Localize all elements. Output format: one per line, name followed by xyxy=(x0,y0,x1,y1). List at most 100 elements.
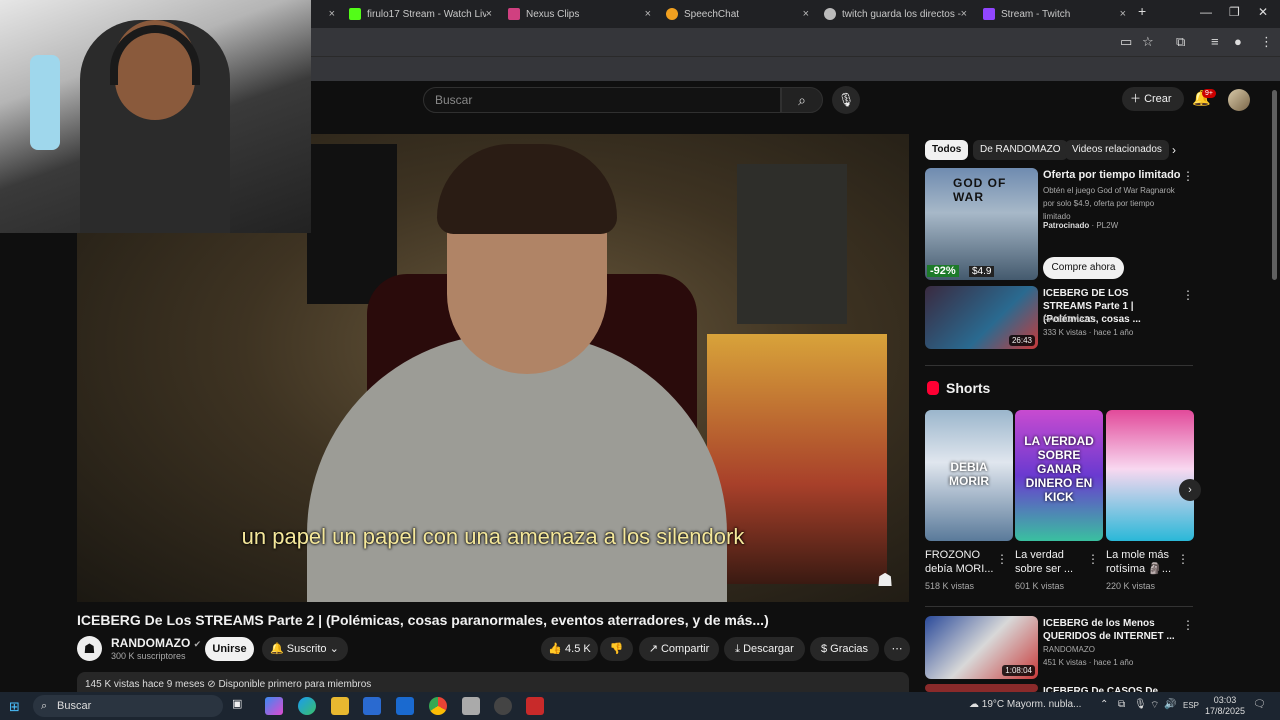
share-button[interactable]: ↗ Compartir xyxy=(639,637,719,661)
thumbs-down-icon: 👎 xyxy=(609,643,624,655)
chevron-right-icon: › xyxy=(1188,484,1192,496)
related-title[interactable]: ICEBERG De CASOS De xyxy=(1043,685,1178,692)
browser-tab-1[interactable]: firulo17 Stream - Watch Live on × xyxy=(343,2,498,26)
ad-price-badge: $4.9 xyxy=(969,266,995,277)
taskbar-search[interactable]: ⌕ Buscar xyxy=(33,695,223,717)
tab-close-icon[interactable]: × xyxy=(329,8,335,20)
short-title[interactable]: La verdad sobre ser ... xyxy=(1015,548,1090,576)
channel-avatar[interactable]: ☗ xyxy=(77,636,102,661)
ad-more-icon[interactable]: ⋮ xyxy=(1182,169,1194,183)
tab-close-icon[interactable]: × xyxy=(486,8,492,20)
tray-volume-icon[interactable]: 🔊 xyxy=(1164,699,1176,710)
short-thumbnail[interactable]: LA VERDAD SOBRE GANAR DINERO EN KICK xyxy=(1015,410,1103,541)
create-button[interactable]: ＋ Crear xyxy=(1122,87,1184,111)
close-window-icon[interactable]: ✕ xyxy=(1258,5,1268,19)
related-channel[interactable]: RANDOMAZO xyxy=(1043,315,1095,324)
like-button[interactable]: 👍 4.5 K xyxy=(541,637,598,661)
user-avatar[interactable] xyxy=(1228,89,1250,111)
store-icon[interactable] xyxy=(363,697,381,715)
short-thumb-text: DEBIA MORIR xyxy=(949,460,989,488)
dislike-button[interactable]: 👎 xyxy=(600,637,633,661)
stream-app-icon[interactable] xyxy=(526,697,544,715)
related-thumbnail[interactable]: 1:08:04 xyxy=(925,616,1038,679)
chip-todos[interactable]: Todos xyxy=(925,140,969,160)
subscribed-button[interactable]: 🔔 Suscrito ⌄ xyxy=(262,637,348,661)
browser-tab-2[interactable]: Nexus Clips × xyxy=(502,2,657,26)
bookmark-star-icon[interactable]: ☆ xyxy=(1142,34,1154,50)
presenter-hair xyxy=(437,144,617,234)
outlook-icon[interactable] xyxy=(396,697,414,715)
language-indicator[interactable]: ESP xyxy=(1183,701,1199,710)
short-thumbnail[interactable] xyxy=(1106,410,1194,541)
browser-tab-3[interactable]: SpeechChat × xyxy=(660,2,815,26)
tab-label: twitch guarda los directos - Bu xyxy=(842,8,961,20)
related-more-icon[interactable]: ⋮ xyxy=(1182,288,1194,302)
file-explorer-icon[interactable] xyxy=(331,697,349,715)
channel-name[interactable]: RANDOMAZO ✔ xyxy=(111,636,201,650)
notification-center-icon[interactable]: 🗨 xyxy=(1253,699,1266,710)
short-title[interactable]: La mole más rotísima 🗿... xyxy=(1106,548,1181,576)
tray-mic-icon[interactable]: 🎙 xyxy=(1134,699,1147,710)
related-channel[interactable]: RANDOMAZO xyxy=(1043,645,1095,654)
weather-widget[interactable]: ☁ 19°C Mayorm. nubla... xyxy=(969,699,1081,710)
shorts-next-button[interactable]: › xyxy=(1179,479,1201,501)
minimize-icon[interactable]: — xyxy=(1200,5,1212,19)
download-button[interactable]: ⤓ Descargar xyxy=(724,637,805,661)
windows-start-icon[interactable]: ⊞ xyxy=(9,699,20,715)
short-more-icon[interactable]: ⋮ xyxy=(1087,552,1099,566)
chip-de-randomazo[interactable]: De RANDOMAZO xyxy=(973,140,1068,160)
related-more-icon[interactable]: ⋮ xyxy=(1182,618,1194,632)
browser-tab-0[interactable]: × xyxy=(311,2,341,26)
related-thumbnail[interactable]: 26:43 xyxy=(925,286,1038,349)
cast-icon[interactable]: ▭ xyxy=(1120,34,1132,50)
short-title[interactable]: FROZONO debía MORI... xyxy=(925,548,1000,576)
profile-icon[interactable]: ● xyxy=(1234,34,1242,49)
app-icon[interactable] xyxy=(462,697,480,715)
task-view-icon[interactable]: ▣ xyxy=(232,697,250,715)
ad-thumbnail[interactable]: GOD OF WAR -92% $4.9 xyxy=(925,168,1038,280)
restore-icon[interactable]: ❐ xyxy=(1229,5,1240,19)
short-thumbnail[interactable]: DEBIA MORIR xyxy=(925,410,1013,541)
channel-name-text: RANDOMAZO xyxy=(111,636,191,650)
video-subtitle: un papel un papel con una amenaza a los … xyxy=(241,524,745,549)
tab-close-icon[interactable]: × xyxy=(1120,8,1126,20)
extensions-icon[interactable]: ⧉ xyxy=(1176,34,1185,50)
chevron-right-icon[interactable]: › xyxy=(1172,143,1176,157)
copilot-icon[interactable] xyxy=(265,697,283,715)
tab-close-icon[interactable]: × xyxy=(803,8,809,20)
search-input[interactable]: Buscar xyxy=(423,87,781,113)
ad-title[interactable]: Oferta por tiempo limitado xyxy=(1043,169,1181,181)
chevron-down-icon: ⌄ xyxy=(329,643,339,655)
plus-icon: ＋ xyxy=(1130,93,1145,105)
reading-list-icon[interactable]: ≡ xyxy=(1211,34,1219,49)
search-button[interactable]: ⌕ xyxy=(781,87,823,113)
taskbar-clock[interactable]: 03:03 17/8/2025 xyxy=(1205,695,1245,717)
thanks-button[interactable]: $ Gracias xyxy=(810,637,879,661)
join-button[interactable]: Unirse xyxy=(205,637,254,661)
tray-overflow-icon[interactable]: ⌃ xyxy=(1100,699,1108,710)
new-tab-button[interactable]: + xyxy=(1138,3,1146,19)
tray-wifi-icon[interactable]: ⌔ xyxy=(1150,699,1159,712)
menu-kebab-icon[interactable]: ⋮ xyxy=(1260,34,1273,50)
chrome-icon[interactable] xyxy=(429,697,447,715)
more-actions-button[interactable]: ⋯ xyxy=(884,637,910,661)
section-divider xyxy=(925,365,1193,366)
page-scrollbar[interactable] xyxy=(1272,90,1277,280)
tray-network-icon[interactable]: ⧉ xyxy=(1118,699,1125,710)
buy-now-button[interactable]: Compre ahora xyxy=(1043,257,1124,279)
short-more-icon[interactable]: ⋮ xyxy=(1177,552,1189,566)
related-title[interactable]: ICEBERG de los Menos QUERIDOS de INTERNE… xyxy=(1043,617,1178,643)
edge-icon[interactable] xyxy=(298,697,316,715)
browser-tab-5[interactable]: Stream - Twitch × xyxy=(977,2,1132,26)
related-thumbnail[interactable] xyxy=(925,684,1038,692)
short-more-icon[interactable]: ⋮ xyxy=(996,552,1008,566)
tab-close-icon[interactable]: × xyxy=(961,8,967,20)
channel-watermark-icon[interactable]: ☗ xyxy=(877,570,893,591)
obs-icon[interactable] xyxy=(494,697,512,715)
chip-videos-relacionados[interactable]: Videos relacionados xyxy=(1065,140,1169,160)
tab-close-icon[interactable]: × xyxy=(645,8,651,20)
nexus-favicon-icon xyxy=(508,8,520,20)
voice-search-button[interactable]: 🎙 xyxy=(832,86,860,114)
browser-tab-4[interactable]: twitch guarda los directos - Bu × xyxy=(818,2,973,26)
wall-poster xyxy=(737,164,847,324)
